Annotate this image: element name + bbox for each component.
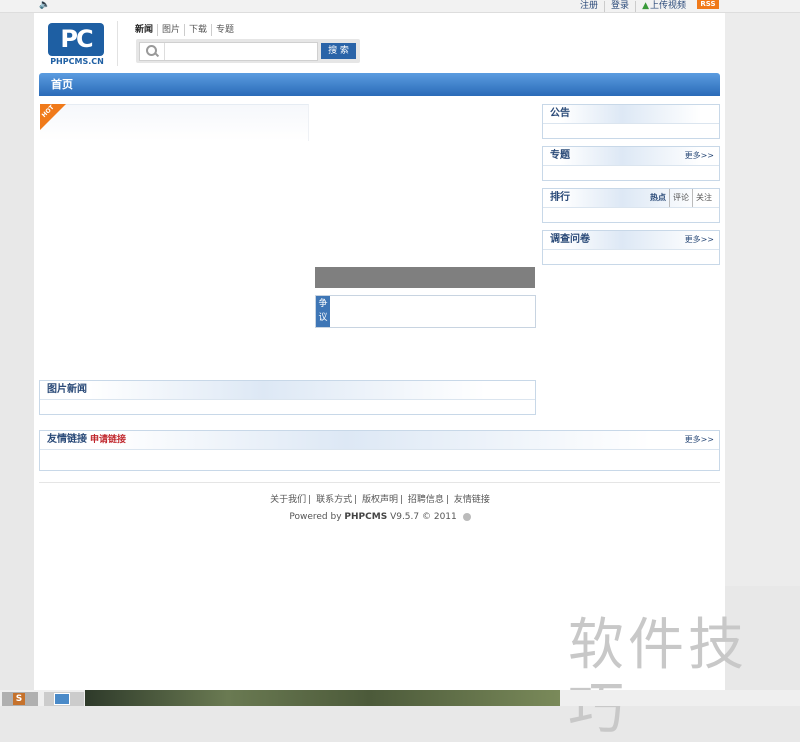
rank-title: 排行	[550, 192, 570, 203]
footer-link-about[interactable]: 关于我们	[268, 495, 308, 505]
tab-specials[interactable]: 专题	[211, 24, 238, 36]
upload-video-link[interactable]: ▲上传视频	[635, 0, 692, 12]
main-nav-bar: 首页	[39, 73, 720, 96]
speaker-icon[interactable]: 🔈	[39, 0, 50, 11]
search-icon	[146, 45, 157, 56]
controversy-label: 争议	[316, 296, 330, 327]
powered-prefix: Powered by	[289, 512, 342, 522]
rank-panel: 排行 热点 评论 关注	[542, 188, 720, 223]
special-panel: 专题 更多>>	[542, 146, 720, 181]
tab-downloads[interactable]: 下载	[184, 24, 211, 36]
special-title: 专题	[550, 150, 570, 161]
slideshow-area	[40, 104, 309, 141]
logo-divider	[117, 21, 118, 66]
nav-home[interactable]: 首页	[51, 73, 73, 96]
top-links: 注册 登录 ▲上传视频	[574, 0, 692, 12]
powered-version: V9.5.7 © 2011	[390, 512, 457, 522]
picture-news-panel: 图片新闻	[39, 380, 536, 415]
register-link[interactable]: 注册	[574, 1, 604, 12]
search-box	[139, 42, 318, 61]
notice-title: 公告	[550, 108, 570, 119]
panel-header	[40, 431, 719, 450]
taskbar: S	[0, 690, 800, 706]
search-category-tabs: 新闻 图片 下载 专题	[135, 24, 238, 36]
footer-divider	[39, 482, 720, 483]
friend-links-more-link[interactable]: 更多>>	[685, 431, 714, 449]
search-area: 搜 索	[136, 39, 360, 63]
login-link[interactable]: 登录	[604, 0, 635, 12]
tab-news[interactable]: 新闻	[135, 24, 157, 36]
logo-mark: PC	[48, 23, 104, 56]
special-more-link[interactable]: 更多>>	[685, 147, 714, 165]
taskbar-app-1[interactable]: S	[2, 692, 38, 706]
search-input[interactable]	[164, 43, 315, 60]
footer-links: 关于我们 | 联系方式 | 版权声明 | 招聘信息 | 友情链接	[268, 495, 492, 505]
watermark-text: 软件技巧	[568, 613, 748, 742]
survey-panel: 调查问卷 更多>>	[542, 230, 720, 265]
rank-tab-comments[interactable]: 评论	[669, 189, 692, 207]
rank-tab-follow[interactable]: 关注	[692, 189, 715, 207]
app-s-icon: S	[13, 693, 25, 705]
rank-tabs: 热点 评论 关注	[647, 189, 715, 207]
rank-tab-hot[interactable]: 热点	[647, 189, 669, 207]
taskbar-app-2[interactable]	[44, 692, 84, 706]
footer-link-copyright[interactable]: 版权声明	[360, 495, 400, 505]
headline-bar	[315, 267, 535, 288]
tab-pictures[interactable]: 图片	[157, 24, 184, 36]
powered-brand[interactable]: PHPCMS	[344, 512, 387, 522]
site-logo[interactable]: PC PHPCMS.CN	[48, 23, 106, 67]
footer-link-jobs[interactable]: 招聘信息	[406, 495, 446, 505]
friend-links-title: 友情链接	[47, 434, 87, 445]
upload-icon: ▲	[642, 0, 649, 11]
upload-video-label: 上传视频	[649, 0, 686, 11]
notice-panel: 公告	[542, 104, 720, 139]
shield-icon	[462, 512, 471, 521]
powered-by: Powered by PHPCMS V9.5.7 © 2011	[0, 511, 760, 523]
footer-link-contact[interactable]: 联系方式	[314, 495, 354, 505]
survey-more-link[interactable]: 更多>>	[685, 231, 714, 249]
apply-link[interactable]: 申请链接	[90, 431, 126, 449]
footer-link-friends[interactable]: 友情链接	[452, 495, 492, 505]
picture-news-title: 图片新闻	[47, 384, 87, 395]
rss-button[interactable]: RSS	[697, 0, 719, 9]
friend-links-panel: 友情链接 申请链接 更多>>	[39, 430, 720, 471]
search-button[interactable]: 搜 索	[321, 43, 356, 59]
taskbar-wallpaper	[85, 690, 560, 706]
controversy-box: 争议	[315, 295, 536, 328]
panel-header	[40, 381, 535, 400]
survey-title: 调查问卷	[550, 234, 590, 245]
window-icon	[54, 693, 70, 705]
logo-subtext: PHPCMS.CN	[50, 57, 104, 66]
